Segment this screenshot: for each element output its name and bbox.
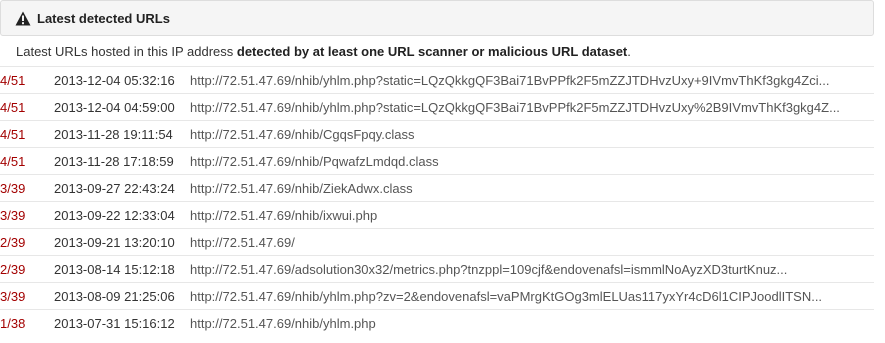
- detection-ratio: 3/39: [0, 282, 54, 310]
- url-link[interactable]: http://72.51.47.69/nhib/yhlm.php?static=…: [190, 66, 874, 94]
- url-link[interactable]: http://72.51.47.69/nhib/CgqsFpqy.class: [190, 120, 874, 148]
- panel-title: Latest detected URLs: [37, 10, 170, 26]
- table-row: 3/39 2013-09-27 22:43:24 http://72.51.47…: [0, 174, 874, 202]
- detected-urls-table: 4/51 2013-12-04 05:32:16 http://72.51.47…: [0, 66, 874, 337]
- table-row: 3/39 2013-08-09 21:25:06 http://72.51.47…: [0, 282, 874, 310]
- scan-date: 2013-08-09 21:25:06: [54, 282, 190, 310]
- url-link[interactable]: http://72.51.47.69/nhib/yhlm.php?zv=2&en…: [190, 282, 874, 310]
- detection-ratio: 4/51: [0, 147, 54, 175]
- intro-prefix: Latest URLs hosted in this IP address: [16, 44, 237, 59]
- scan-date: 2013-09-22 12:33:04: [54, 201, 190, 229]
- intro-bold: detected by at least one URL scanner or …: [236, 44, 628, 59]
- scan-date: 2013-07-31 15:16:12: [54, 309, 190, 337]
- detection-ratio: 4/51: [0, 93, 54, 121]
- table-row: 2/39 2013-08-14 15:12:18 http://72.51.47…: [0, 255, 874, 283]
- url-link[interactable]: http://72.51.47.69/nhib/yhlm.php?static=…: [190, 93, 874, 121]
- scan-date: 2013-11-28 19:11:54: [54, 120, 190, 148]
- intro-suffix: .: [627, 44, 631, 59]
- scan-date: 2013-09-27 22:43:24: [54, 174, 190, 202]
- scan-date: 2013-11-28 17:18:59: [54, 147, 190, 175]
- intro-text: Latest URLs hosted in this IP address de…: [16, 44, 631, 59]
- url-link[interactable]: http://72.51.47.69/nhib/yhlm.php: [190, 309, 874, 337]
- table-row: 4/51 2013-12-04 05:32:16 http://72.51.47…: [0, 66, 874, 94]
- detection-ratio: 4/51: [0, 120, 54, 148]
- url-link[interactable]: http://72.51.47.69/: [190, 228, 874, 256]
- detection-ratio: 3/39: [0, 201, 54, 229]
- detection-ratio: 2/39: [0, 255, 54, 283]
- table-row: 3/39 2013-09-22 12:33:04 http://72.51.47…: [0, 201, 874, 229]
- url-link[interactable]: http://72.51.47.69/adsolution30x32/metri…: [190, 255, 874, 283]
- panel-header: Latest detected URLs: [0, 0, 874, 36]
- detection-ratio: 1/38: [0, 309, 54, 337]
- table-row: 4/51 2013-12-04 04:59:00 http://72.51.47…: [0, 93, 874, 121]
- detection-ratio: 2/39: [0, 228, 54, 256]
- table-row: 2/39 2013-09-21 13:20:10 http://72.51.47…: [0, 228, 874, 256]
- warning-icon: [15, 11, 31, 26]
- table-row: 1/38 2013-07-31 15:16:12 http://72.51.47…: [0, 309, 874, 337]
- scan-date: 2013-09-21 13:20:10: [54, 228, 190, 256]
- url-link[interactable]: http://72.51.47.69/nhib/ixwui.php: [190, 201, 874, 229]
- table-row: 4/51 2013-11-28 17:18:59 http://72.51.47…: [0, 147, 874, 175]
- url-link[interactable]: http://72.51.47.69/nhib/PqwafzLmdqd.clas…: [190, 147, 874, 175]
- url-link[interactable]: http://72.51.47.69/nhib/ZiekAdwx.class: [190, 174, 874, 202]
- table-row: 4/51 2013-11-28 19:11:54 http://72.51.47…: [0, 120, 874, 148]
- scan-date: 2013-12-04 04:59:00: [54, 93, 190, 121]
- detection-ratio: 4/51: [0, 66, 54, 94]
- scan-date: 2013-12-04 05:32:16: [54, 66, 190, 94]
- detection-ratio: 3/39: [0, 174, 54, 202]
- scan-date: 2013-08-14 15:12:18: [54, 255, 190, 283]
